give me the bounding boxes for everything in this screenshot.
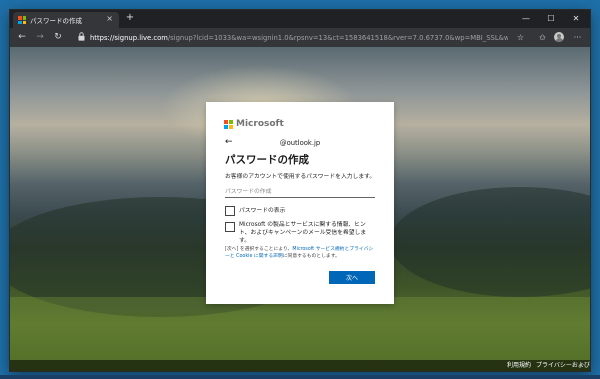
refresh-button[interactable]: ↻	[51, 30, 65, 44]
marketing-label: Microsoft の製品とサービスに関する情報、ヒント、およびキャンペーンのメ…	[239, 222, 367, 244]
close-window-button[interactable]: ✕	[564, 10, 588, 28]
microsoft-logo-icon	[224, 120, 233, 129]
forward-button[interactable]: →	[33, 30, 47, 44]
taskbar	[0, 375, 600, 379]
legal-prefix: [次へ] を選択することにより、	[225, 247, 293, 252]
maximize-button[interactable]: ☐	[539, 10, 563, 28]
legal-suffix: に同意するものとします。	[282, 253, 340, 259]
password-input[interactable]	[225, 186, 375, 198]
star-icon[interactable]: ☆	[514, 31, 527, 44]
back-button[interactable]: ←	[15, 30, 29, 44]
show-password-checkbox[interactable]	[225, 206, 235, 216]
title-bar: パスワードの作成 × + — ☐ ✕	[10, 10, 590, 28]
background-hill	[390, 187, 590, 297]
tab-title: パスワードの作成	[30, 17, 82, 25]
address-bar[interactable]: https://signup.live.com/signup?lcid=1033…	[90, 33, 508, 43]
brand-name: Microsoft	[236, 119, 284, 129]
browser-window: パスワードの作成 × + — ☐ ✕ ← → ↻ https://signup.…	[10, 10, 590, 371]
browser-tab[interactable]: パスワードの作成 ×	[13, 12, 119, 28]
account-identity: @outlook.jp	[279, 139, 321, 147]
show-password-label: パスワードの表示	[239, 208, 286, 214]
signup-card: Microsoft ← @outlook.jp パスワードの作成 お客様のアカウ…	[206, 102, 394, 304]
minimize-button[interactable]: —	[514, 10, 538, 28]
page-content: Microsoft ← @outlook.jp パスワードの作成 お客様のアカウ…	[10, 47, 590, 371]
legal-text: [次へ] を選択することにより、Microsoft サービス規約とプライバシーと…	[225, 247, 375, 260]
next-button[interactable]: 次へ	[329, 271, 375, 284]
new-tab-button[interactable]: +	[124, 12, 136, 25]
page-footer: 利用規約 プライバシーおよびクッキー ···	[10, 360, 590, 371]
url-path: /signup?lcid=1033&wa=wsignin1.0&rpsnv=13…	[167, 34, 508, 42]
browser-toolbar: ← → ↻ https://signup.live.com/signup?lci…	[10, 28, 590, 47]
marketing-checkbox[interactable]	[225, 222, 235, 232]
profile-avatar[interactable]	[554, 32, 564, 42]
terms-link[interactable]: 利用規約	[507, 361, 531, 370]
more-menu-icon[interactable]: ···	[571, 31, 584, 44]
url-host: https://signup.live.com	[90, 34, 168, 42]
lock-icon	[78, 32, 85, 41]
page-title: パスワードの作成	[225, 154, 309, 166]
tab-close-icon[interactable]: ×	[106, 14, 113, 24]
description-text: お客様のアカウントで使用するパスワードを入力します。	[225, 174, 376, 180]
footer-more-icon[interactable]: ···	[579, 361, 585, 370]
favorites-icon[interactable]: ✩	[536, 31, 549, 44]
microsoft-favicon-icon	[18, 16, 26, 24]
